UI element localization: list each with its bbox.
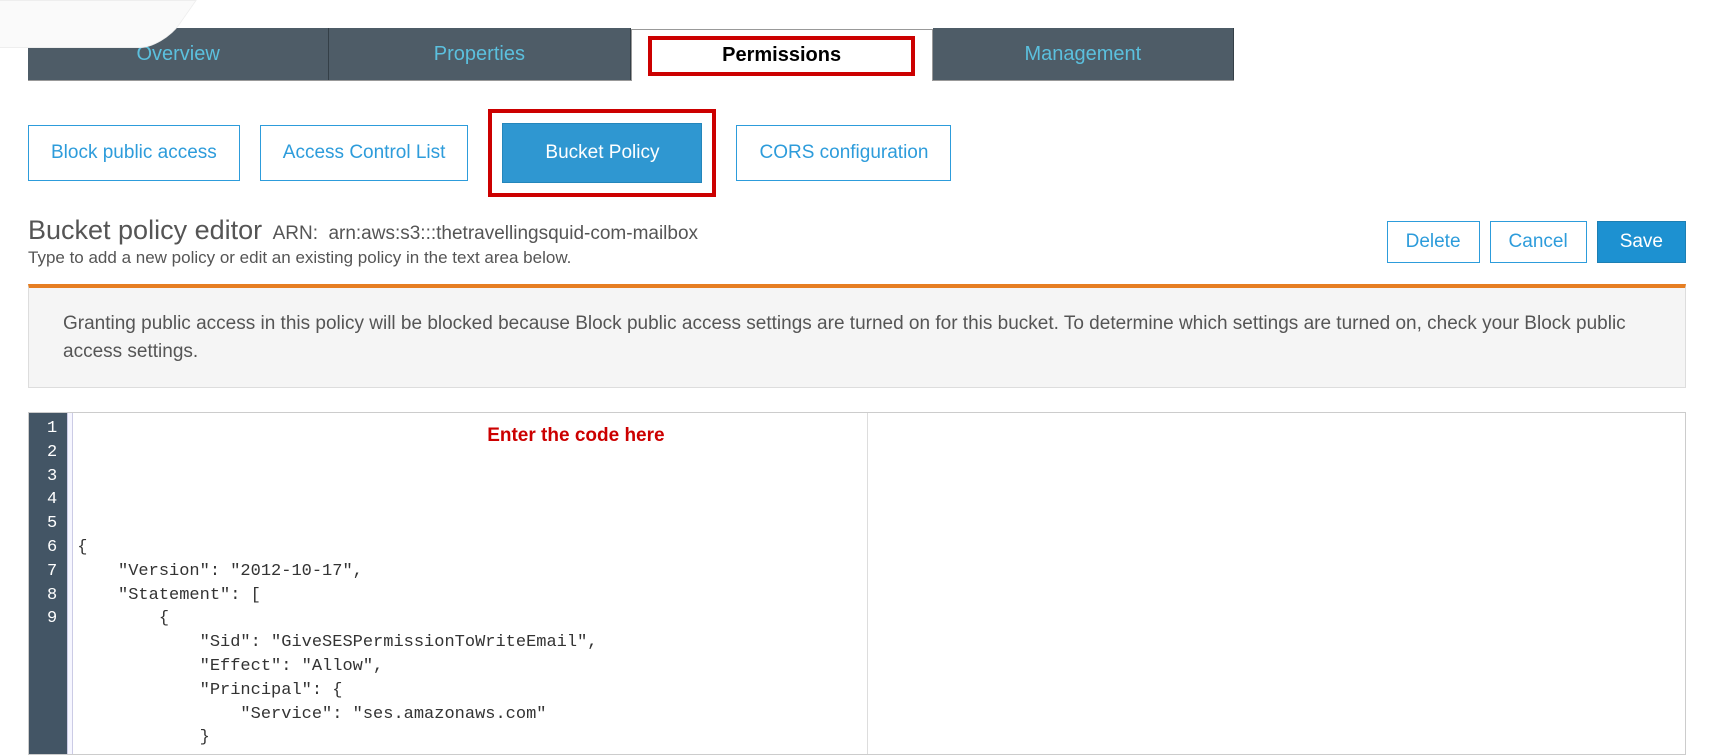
policy-editor[interactable]: 123456789 Enter the code here { "Version… bbox=[28, 412, 1686, 755]
line-number: 3 bbox=[47, 465, 57, 489]
code-line: "Statement": [ bbox=[77, 584, 1675, 608]
page-title: Bucket policy editor bbox=[28, 215, 262, 245]
delete-button[interactable]: Delete bbox=[1387, 221, 1480, 263]
code-line: { bbox=[77, 536, 1675, 560]
annotation-enter-code: Enter the code here bbox=[487, 423, 664, 450]
arn-value: arn:aws:s3:::thetravellingsquid-com-mail… bbox=[328, 223, 698, 244]
code-line: "Principal": { bbox=[77, 679, 1675, 703]
line-number: 5 bbox=[47, 512, 57, 536]
subtab-bucket-policy[interactable]: Bucket Policy bbox=[502, 123, 702, 183]
main-tabs: Overview Properties Permissions Manageme… bbox=[28, 28, 1234, 81]
code-line: "Sid": "GiveSESPermissionToWriteEmail", bbox=[77, 631, 1675, 655]
line-number: 2 bbox=[47, 441, 57, 465]
code-line: "Service": "ses.amazonaws.com" bbox=[77, 703, 1675, 727]
code-line: "Effect": "Allow", bbox=[77, 655, 1675, 679]
line-number: 8 bbox=[47, 584, 57, 608]
editor-gutter: 123456789 bbox=[29, 413, 67, 754]
tab-permissions-label: Permissions bbox=[722, 44, 841, 67]
cancel-button[interactable]: Cancel bbox=[1490, 221, 1587, 263]
save-button[interactable]: Save bbox=[1597, 221, 1686, 263]
tab-permissions[interactable]: Permissions bbox=[631, 29, 933, 81]
code-line: { bbox=[77, 607, 1675, 631]
public-access-warning: Granting public access in this policy wi… bbox=[28, 284, 1686, 388]
highlight-permissions: Permissions bbox=[648, 36, 915, 76]
editor-textarea[interactable]: Enter the code here { "Version": "2012-1… bbox=[67, 413, 1685, 754]
tab-management[interactable]: Management bbox=[933, 28, 1234, 80]
subtab-block-public-access[interactable]: Block public access bbox=[28, 125, 240, 181]
tab-properties[interactable]: Properties bbox=[329, 28, 630, 80]
code-line: "Version": "2012-10-17", bbox=[77, 560, 1675, 584]
editor-cursor-column bbox=[67, 413, 73, 754]
line-number: 6 bbox=[47, 536, 57, 560]
page-subtitle: Type to add a new policy or edit an exis… bbox=[28, 248, 1387, 268]
permission-subtabs: Block public access Access Control List … bbox=[0, 81, 1714, 207]
subtab-acl[interactable]: Access Control List bbox=[260, 125, 469, 181]
line-number: 4 bbox=[47, 488, 57, 512]
line-number: 1 bbox=[47, 417, 57, 441]
arn-label: ARN: bbox=[273, 223, 318, 244]
line-number: 9 bbox=[47, 607, 57, 631]
editor-divider bbox=[867, 413, 868, 754]
highlight-bucket-policy: Bucket Policy bbox=[488, 109, 716, 197]
subtab-cors[interactable]: CORS configuration bbox=[736, 125, 951, 181]
line-number: 7 bbox=[47, 560, 57, 584]
code-line: } bbox=[77, 726, 1675, 750]
